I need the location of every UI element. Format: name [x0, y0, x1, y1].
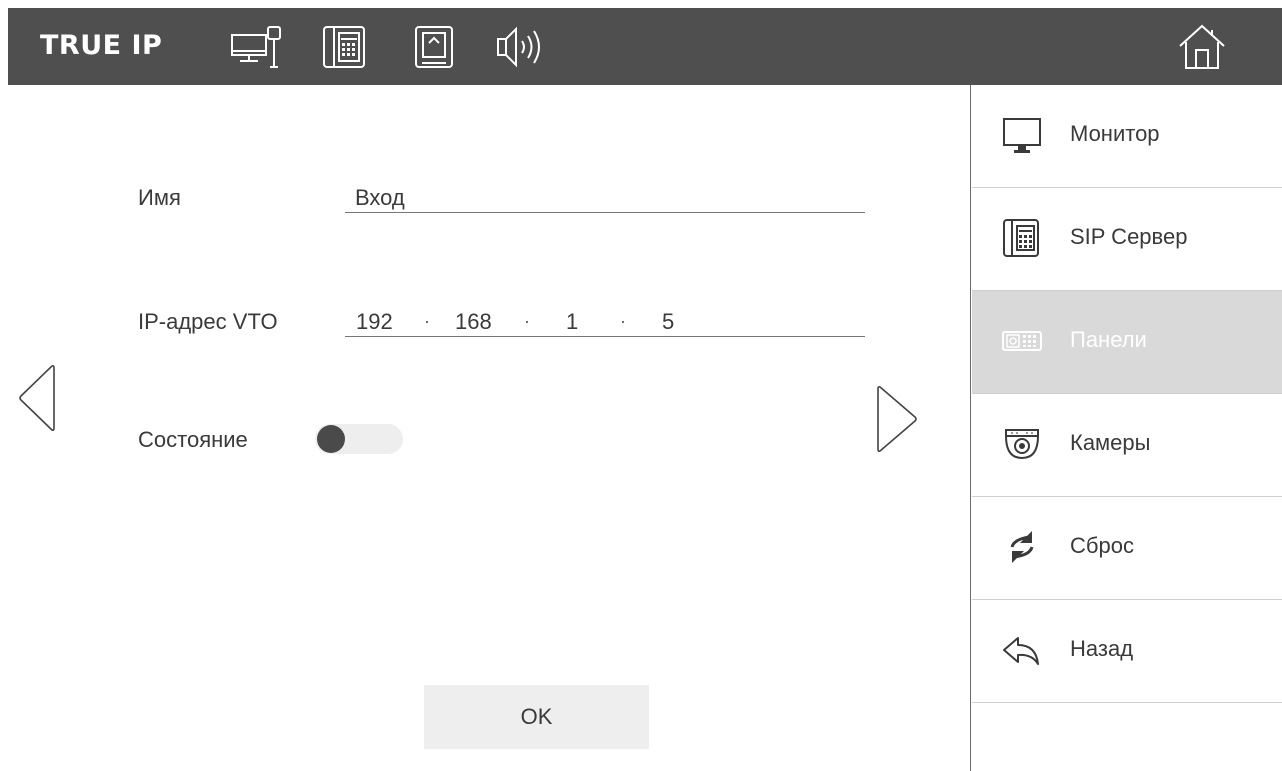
name-label: Имя — [138, 185, 181, 210]
ip-octet-4[interactable]: 5 — [662, 309, 674, 335]
previous-arrow-icon[interactable] — [16, 362, 58, 439]
sip-phone-icon[interactable] — [320, 23, 370, 71]
ip-separator: · — [524, 311, 530, 331]
sidebar-item-panels[interactable]: Панели — [972, 291, 1282, 394]
sip-phone-icon — [1002, 218, 1042, 258]
sidebar-item-label: Панели — [1070, 327, 1147, 352]
ip-octet-1[interactable]: 192 — [356, 309, 393, 335]
ok-button[interactable]: OK — [424, 685, 649, 749]
dome-camera-icon — [1002, 424, 1042, 464]
toggle-knob — [317, 425, 345, 453]
reset-arrows-icon — [1002, 527, 1042, 567]
monitor-icon — [1002, 115, 1042, 155]
sidebar-item-label: Камеры — [1070, 430, 1151, 455]
back-arrow-icon — [1002, 630, 1042, 670]
sidebar-item-cameras[interactable]: Камеры — [972, 394, 1282, 497]
home-icon[interactable] — [1176, 22, 1228, 70]
speaker-icon[interactable] — [494, 23, 550, 71]
sidebar-item-label: Монитор — [1070, 121, 1160, 146]
settings-sidebar: Монитор SIP Сервер Панели Камеры Сброс Н… — [970, 85, 1282, 771]
sd-card-icon[interactable] — [410, 23, 460, 71]
sidebar-item-sip-server[interactable]: SIP Сервер — [972, 188, 1282, 291]
name-value[interactable]: Вход — [355, 185, 405, 211]
ip-label: IP-адрес VTO — [138, 309, 278, 334]
ip-octet-3[interactable]: 1 — [566, 309, 578, 335]
sidebar-item-back[interactable]: Назад — [972, 600, 1282, 703]
ip-separator: · — [424, 311, 430, 331]
next-arrow-icon[interactable] — [874, 383, 920, 460]
sidebar-item-label: Назад — [1070, 636, 1134, 661]
sidebar-item-label: SIP Сервер — [1070, 224, 1188, 249]
ip-octet-2[interactable]: 168 — [455, 309, 492, 335]
door-panel-icon — [1002, 321, 1042, 361]
name-field[interactable] — [345, 182, 865, 213]
sidebar-item-reset[interactable]: Сброс — [972, 497, 1282, 600]
status-label: Состояние — [138, 427, 248, 452]
sidebar-item-label: Сброс — [1070, 533, 1134, 558]
top-bar: TRUE IP — [8, 8, 1282, 85]
sidebar-item-monitor[interactable]: Монитор — [972, 85, 1282, 188]
ip-address-field[interactable] — [345, 306, 865, 337]
panel-settings-form: Имя Вход IP-адрес VTO 192 · 168 · 1 · 5 … — [0, 85, 970, 771]
network-monitor-icon[interactable] — [228, 23, 288, 71]
ip-separator: · — [620, 311, 626, 331]
brand-logo: TRUE IP — [40, 30, 163, 61]
status-toggle[interactable] — [315, 424, 403, 454]
